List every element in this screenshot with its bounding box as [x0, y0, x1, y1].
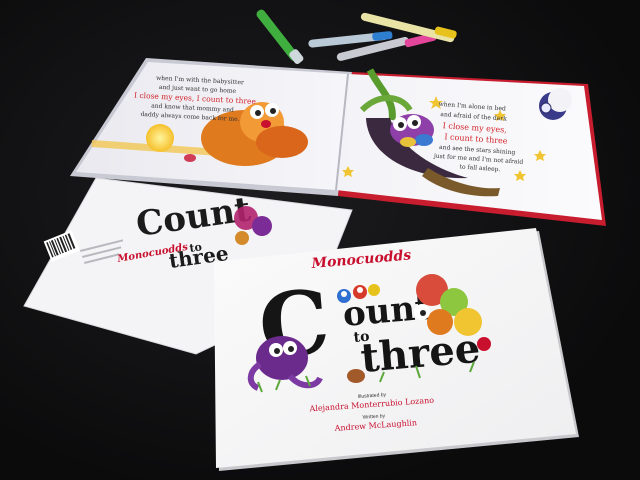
scene-illustration: when I'm with the babysitter and just wa… — [23, 9, 606, 471]
green-marker — [256, 9, 304, 64]
photo-scene: when I'm with the babysitter and just wa… — [0, 0, 640, 480]
sun-illustration — [146, 124, 174, 152]
front-cover: Monocuodds C ount to three Illustrated b… — [214, 228, 579, 471]
